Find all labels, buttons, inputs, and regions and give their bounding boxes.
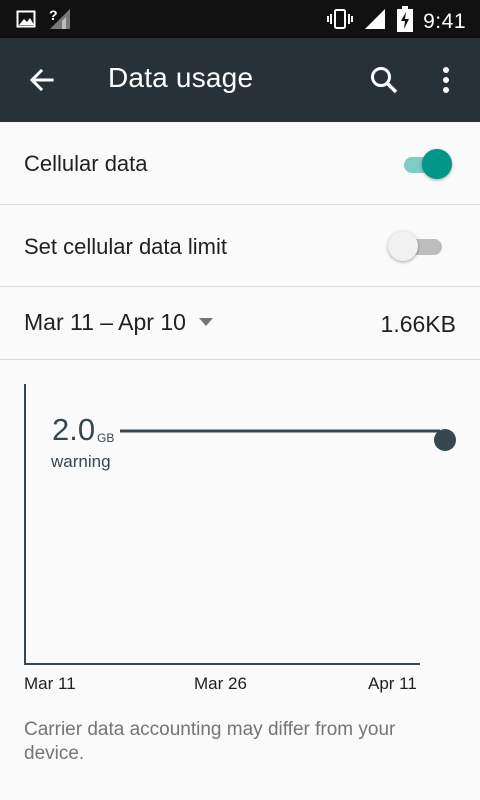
page-title: Data usage xyxy=(108,62,254,93)
more-vert-icon[interactable] xyxy=(434,64,458,96)
data-limit-label: Set cellular data limit xyxy=(24,234,227,259)
vibrate-icon xyxy=(327,7,354,36)
data-limit-row[interactable]: Set cellular data limit xyxy=(0,205,480,287)
status-bar: ? 9:41 xyxy=(0,0,480,38)
battery-charging-icon xyxy=(397,6,414,37)
switch-thumb xyxy=(388,231,418,261)
status-bar-left: ? xyxy=(16,7,72,36)
cellular-data-switch[interactable] xyxy=(396,146,456,182)
cellular-data-row[interactable]: Cellular data xyxy=(0,122,480,205)
signal-unknown-icon: ? xyxy=(48,7,72,36)
cycle-range: Mar 11 – Apr 10 xyxy=(24,309,186,335)
image-icon xyxy=(16,9,36,34)
status-time: 9:41 xyxy=(423,9,466,33)
cellular-data-label: Cellular data xyxy=(24,151,148,176)
app-bar: Data usage xyxy=(0,38,480,122)
x-label-start: Mar 11 xyxy=(24,674,76,693)
status-bar-right: 9:41 xyxy=(327,6,466,37)
cycle-total-usage: 1.66KB xyxy=(380,311,456,337)
back-arrow-icon[interactable] xyxy=(26,64,58,96)
warning-handle[interactable] xyxy=(434,429,456,451)
svg-text:?: ? xyxy=(49,7,58,23)
data-limit-switch[interactable] xyxy=(388,228,448,264)
carrier-footnote: Carrier data accounting may differ from … xyxy=(24,719,396,764)
cycle-dropdown[interactable]: Mar 11 – Apr 10 xyxy=(24,309,214,336)
cell-signal-icon xyxy=(363,7,387,36)
chart-canvas xyxy=(24,384,456,665)
warning-unit: GB xyxy=(97,431,115,445)
switch-thumb xyxy=(422,149,452,179)
warning-value: 2.0 xyxy=(52,412,96,447)
warning-label: warning xyxy=(51,452,111,471)
x-label-mid: Mar 26 xyxy=(194,674,247,693)
usage-chart: 2.0 GB warning Mar 11 Mar 26 Apr 11 xyxy=(0,360,480,700)
usage-cycle-row: Mar 11 – Apr 10 1.66KB xyxy=(0,287,480,360)
search-icon[interactable] xyxy=(368,64,400,96)
dropdown-arrow-icon xyxy=(198,314,214,332)
x-label-end: Apr 11 xyxy=(368,674,417,693)
